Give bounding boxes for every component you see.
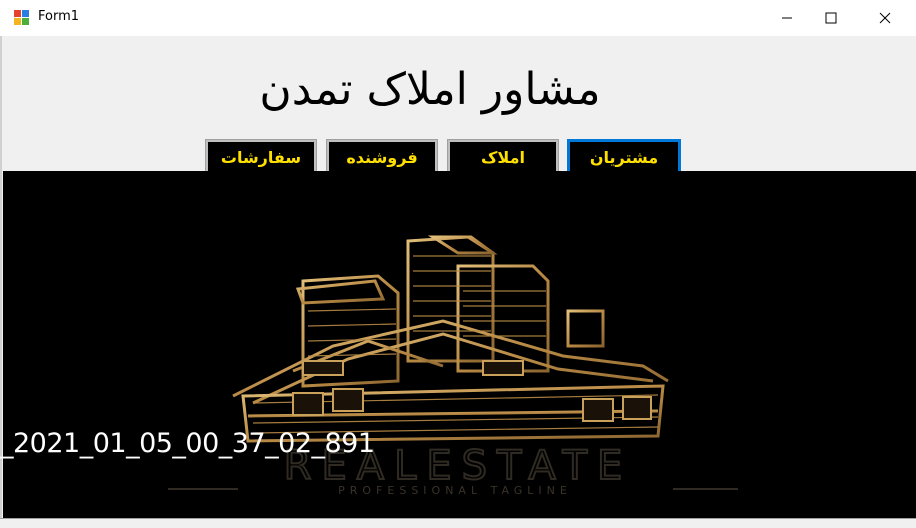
timestamp-label: _2021_01_05_00_37_02_891 [0, 428, 375, 459]
maximize-button[interactable] [808, 0, 854, 36]
minimize-icon [782, 17, 792, 19]
form-app-icon[interactable] [14, 10, 30, 26]
orders-button[interactable]: سفارشات [205, 139, 317, 175]
real-estate-logo: REALESTATE PROFESSIONAL TAGLINE [168, 235, 738, 497]
app-window: Form1 مشاور املاک تمدن مشتریان املاک فرو… [0, 0, 916, 528]
close-button[interactable] [862, 0, 908, 36]
logo-tagline: PROFESSIONAL TAGLINE [338, 484, 572, 497]
customers-button[interactable]: مشتریان [567, 139, 681, 175]
maximize-icon [825, 12, 837, 24]
minimize-button[interactable] [764, 0, 810, 36]
title-bar[interactable]: Form1 [0, 0, 916, 36]
page-title: مشاور املاک تمدن [259, 64, 601, 115]
window-bottom-border [0, 518, 916, 528]
window-title: Form1 [38, 9, 80, 24]
real-estate-picture: REALESTATE PROFESSIONAL TAGLINE [3, 171, 916, 518]
close-icon [879, 12, 891, 24]
seller-button[interactable]: فروشنده [326, 139, 438, 175]
properties-button[interactable]: املاک [447, 139, 559, 175]
